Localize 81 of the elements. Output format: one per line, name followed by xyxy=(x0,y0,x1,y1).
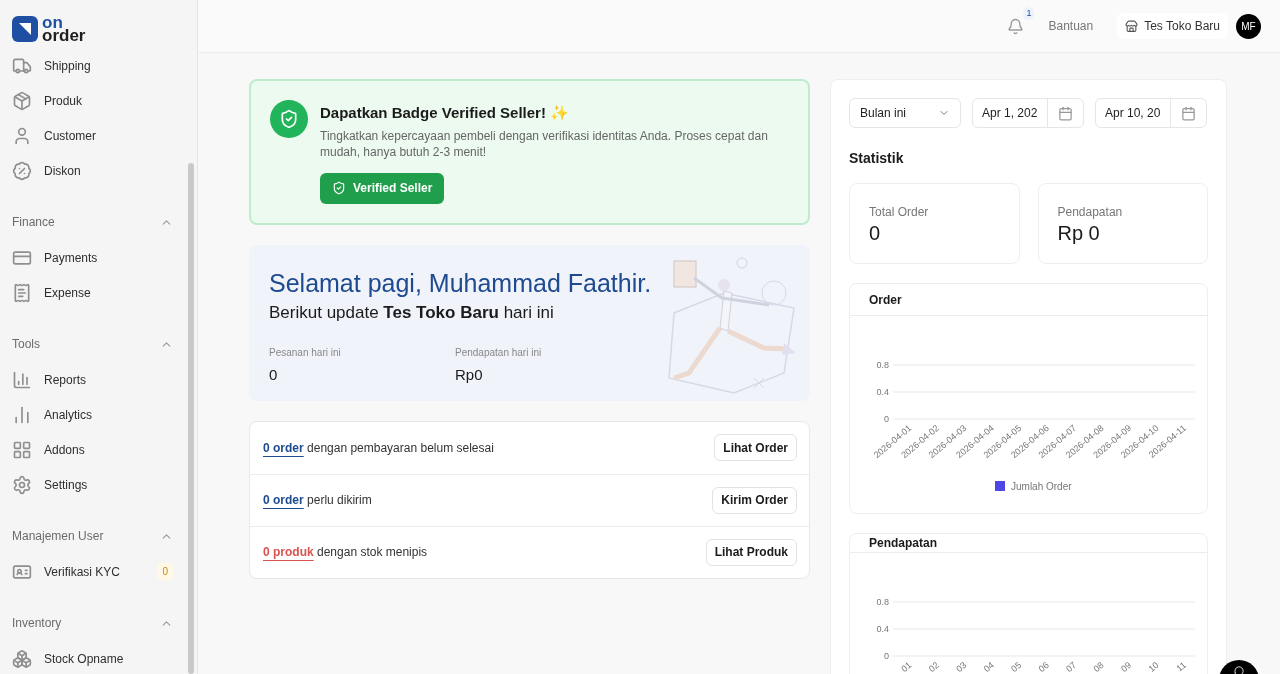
sidebar-item[interactable]: Diskon xyxy=(0,153,181,188)
banner-title: Dapatkan Badge Verified Seller! ✨ xyxy=(320,103,571,123)
banner-text: Tingkatkan kepercayaan pembeli dengan verifikasi identitas Anda. Proses cepat dan mudah, hanya butuh 2-3 menit! xyxy=(320,127,769,160)
stat-value: Rp0 xyxy=(455,365,484,385)
store-icon xyxy=(1125,19,1139,33)
stat-card: Pendapatan Rp 0 xyxy=(1037,183,1208,264)
sidebar-item[interactable]: Settings xyxy=(0,467,181,502)
help-link[interactable]: Bantuan xyxy=(1048,17,1094,35)
section-title: Finance xyxy=(12,214,55,231)
stat-label: Pendapatan hari ini xyxy=(455,346,543,360)
axis-category-label: 11 xyxy=(1174,659,1189,674)
chat-icon xyxy=(1234,666,1244,674)
axis-tick-label: 0 xyxy=(884,651,889,661)
axis-category-label: 05 xyxy=(1009,659,1024,674)
period-select[interactable]: Bulan ini xyxy=(849,98,961,128)
count-link[interactable]: 0 order xyxy=(263,493,304,507)
axis-category-label: 01 xyxy=(899,659,914,674)
chart-title: Pendapatan xyxy=(869,535,937,552)
task-text: 0 order dengan pembayaran belum selesai xyxy=(263,439,494,457)
percent-badge-icon xyxy=(12,160,32,181)
task-button[interactable]: Lihat Produk xyxy=(705,538,797,566)
axis-tick-label: 0 xyxy=(884,414,889,424)
sidebar-item[interactable]: Reports xyxy=(0,362,181,397)
notification-bell-icon[interactable] xyxy=(1007,17,1025,35)
sidebar-item[interactable]: Analytics xyxy=(0,397,181,432)
sidebar-item[interactable]: Customer xyxy=(0,118,181,153)
axis-category-label: 02 xyxy=(926,659,941,674)
stat-card: Total Order 0 xyxy=(849,183,1020,264)
task-text: 0 produk dengan stok menipis xyxy=(263,544,428,561)
box-icon xyxy=(12,90,32,111)
count-badge: 0 xyxy=(157,563,173,580)
notification-count: 1 xyxy=(1023,6,1035,20)
axis-category-label: 03 xyxy=(954,659,969,674)
count-link[interactable]: 0 order xyxy=(263,440,304,455)
logo-text: order xyxy=(42,29,86,42)
avatar[interactable]: MF xyxy=(1236,13,1261,39)
shield-badge-icon xyxy=(270,100,308,138)
receipt-icon xyxy=(12,282,32,303)
axis-category-label: 06 xyxy=(1036,659,1051,674)
axis-category-label: 09 xyxy=(1119,659,1134,674)
task-text: 0 order perlu dikirim xyxy=(263,492,372,509)
axis-category-label: 10 xyxy=(1146,659,1161,674)
truck-icon xyxy=(12,56,32,76)
logo-text: on xyxy=(42,16,63,29)
boxes-icon xyxy=(12,648,32,669)
axis-category-label: 07 xyxy=(1064,659,1079,674)
settings-icon xyxy=(12,474,32,495)
axis-tick-label: 0.4 xyxy=(876,387,889,397)
welcome-subtitle: Berikut update Tes Toko Baru hari ini xyxy=(269,301,555,324)
count-link[interactable]: 0 produk xyxy=(263,545,314,559)
legend-label: Jumlah Order xyxy=(1011,481,1072,492)
chart-icon xyxy=(12,404,32,425)
task-button[interactable]: Kirim Order xyxy=(712,486,797,514)
bar-chart-icon xyxy=(12,369,32,390)
axis-tick-label: 0.8 xyxy=(876,360,889,370)
sidebar-item[interactable]: Payments xyxy=(0,240,181,275)
axis-tick-label: 0.8 xyxy=(876,597,889,607)
user-icon xyxy=(12,125,32,146)
sidebar-item[interactable]: Expense xyxy=(0,275,181,310)
sidebar-item[interactable]: Produk xyxy=(0,83,181,118)
sidebar-item[interactable]: Shipping xyxy=(0,56,181,83)
shield-icon xyxy=(332,181,346,195)
greeting: Selamat pagi, Muhammad Faathir. xyxy=(269,267,653,299)
axis-category-label: 04 xyxy=(981,659,996,674)
section-title: Inventory xyxy=(12,615,62,632)
logo-icon xyxy=(12,16,38,42)
store-button[interactable]: Tes Toko Baru xyxy=(1117,13,1228,39)
axis-category-label: 08 xyxy=(1091,659,1106,674)
section-title: Statistik xyxy=(849,149,905,168)
chart-title: Order xyxy=(869,291,902,309)
stat-value: 0 xyxy=(269,365,279,385)
sidebar-item[interactable]: Addons xyxy=(0,432,181,467)
stat-label: Pesanan hari ini xyxy=(269,346,342,360)
sidebar-item[interactable]: Stock Opname xyxy=(0,641,181,674)
task-button[interactable]: Lihat Order xyxy=(714,434,797,461)
axis-tick-label: 0.4 xyxy=(876,624,889,634)
scrollbar[interactable] xyxy=(188,163,194,674)
grid-icon xyxy=(12,439,32,460)
section-title: Tools xyxy=(12,336,40,353)
sidebar-item[interactable]: Verifikasi KYC 0 xyxy=(0,554,181,589)
section-title: Manajemen User xyxy=(12,528,104,545)
